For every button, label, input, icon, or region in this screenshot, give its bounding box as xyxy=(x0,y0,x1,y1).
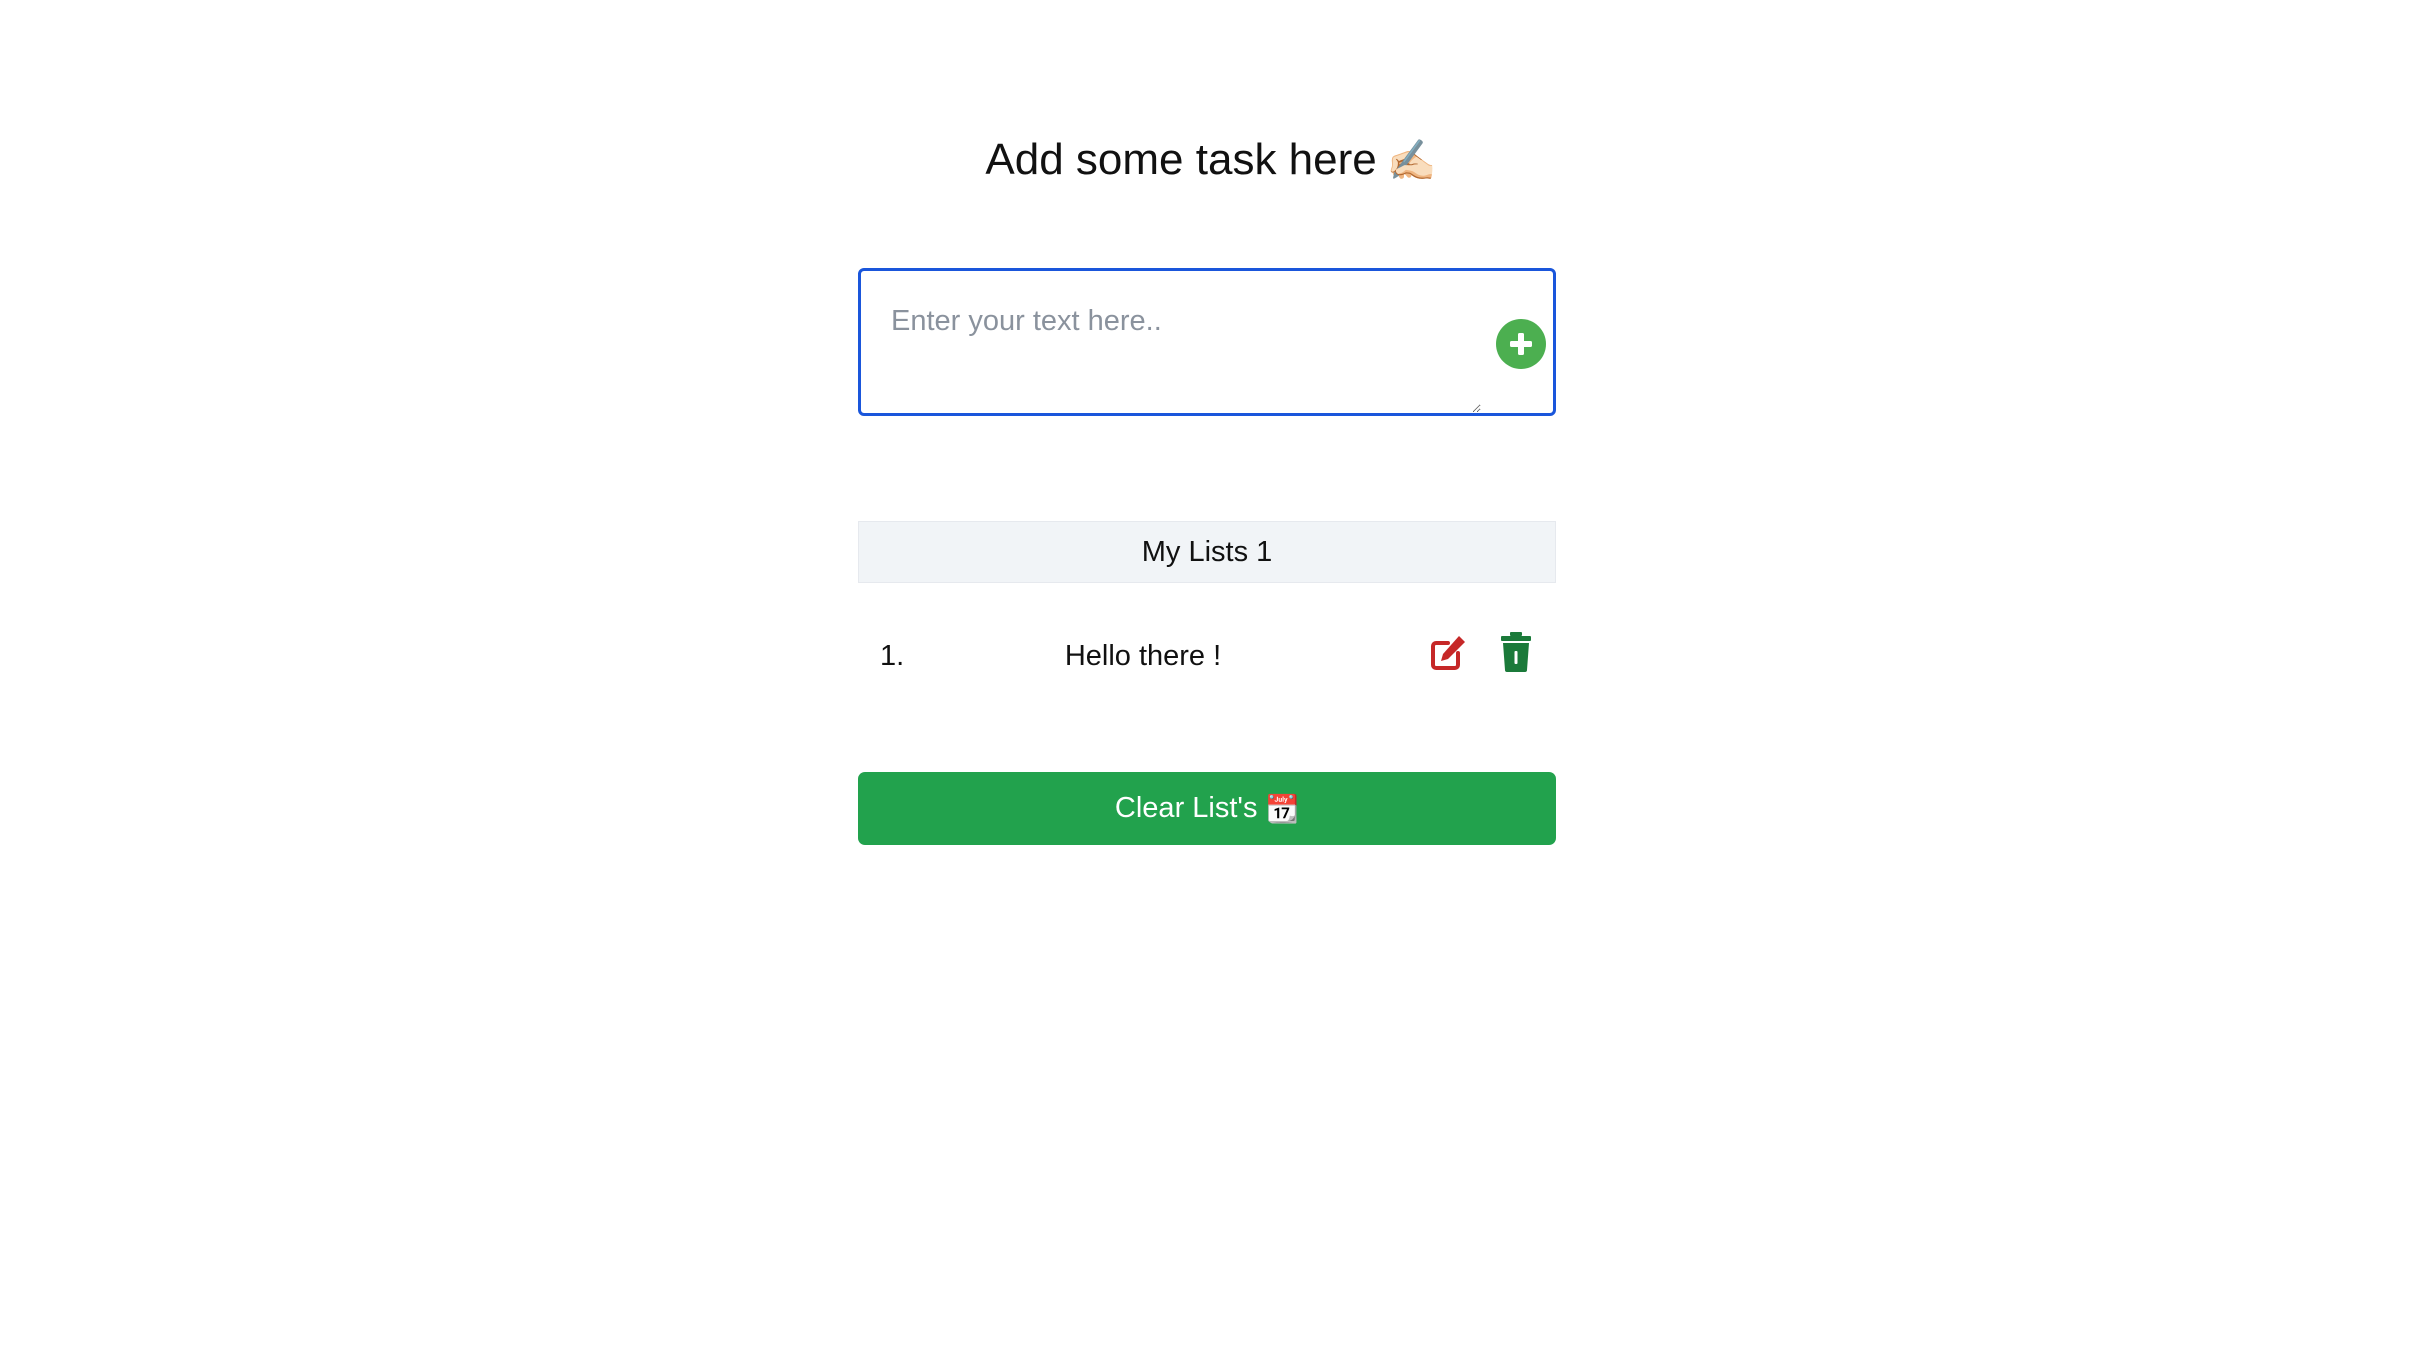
page-title-text: Add some task here xyxy=(985,135,1377,184)
page-title: Add some task here ✍🏻 xyxy=(0,130,2422,191)
add-task-button[interactable] xyxy=(1496,319,1546,369)
list-header-text: My Lists 1 xyxy=(1141,535,1273,568)
edit-icon xyxy=(1431,633,1468,670)
clear-list-label: Clear List's xyxy=(1114,792,1258,824)
todo-page: Add some task here✍🏻 My Lists 1 1. Hello… xyxy=(0,0,2422,1364)
list-item-text: Hello there ! xyxy=(1064,640,1222,672)
list-header: My Lists 1 xyxy=(858,521,1556,583)
task-input[interactable] xyxy=(861,271,1481,413)
trash-icon xyxy=(1501,632,1531,672)
task-input-container xyxy=(858,268,1556,416)
plus-icon xyxy=(1510,333,1532,355)
writing-hand-emoji: ✍🏻 xyxy=(1386,139,1437,183)
clear-list-button[interactable]: Clear List's 📆 xyxy=(858,772,1556,845)
list-item-index: 1. xyxy=(880,640,905,672)
delete-item-button[interactable] xyxy=(1500,632,1532,672)
calendar-emoji: 📆 xyxy=(1265,793,1300,824)
edit-item-button[interactable] xyxy=(1429,632,1469,672)
list-item: 1. Hello there ! xyxy=(858,620,1556,690)
